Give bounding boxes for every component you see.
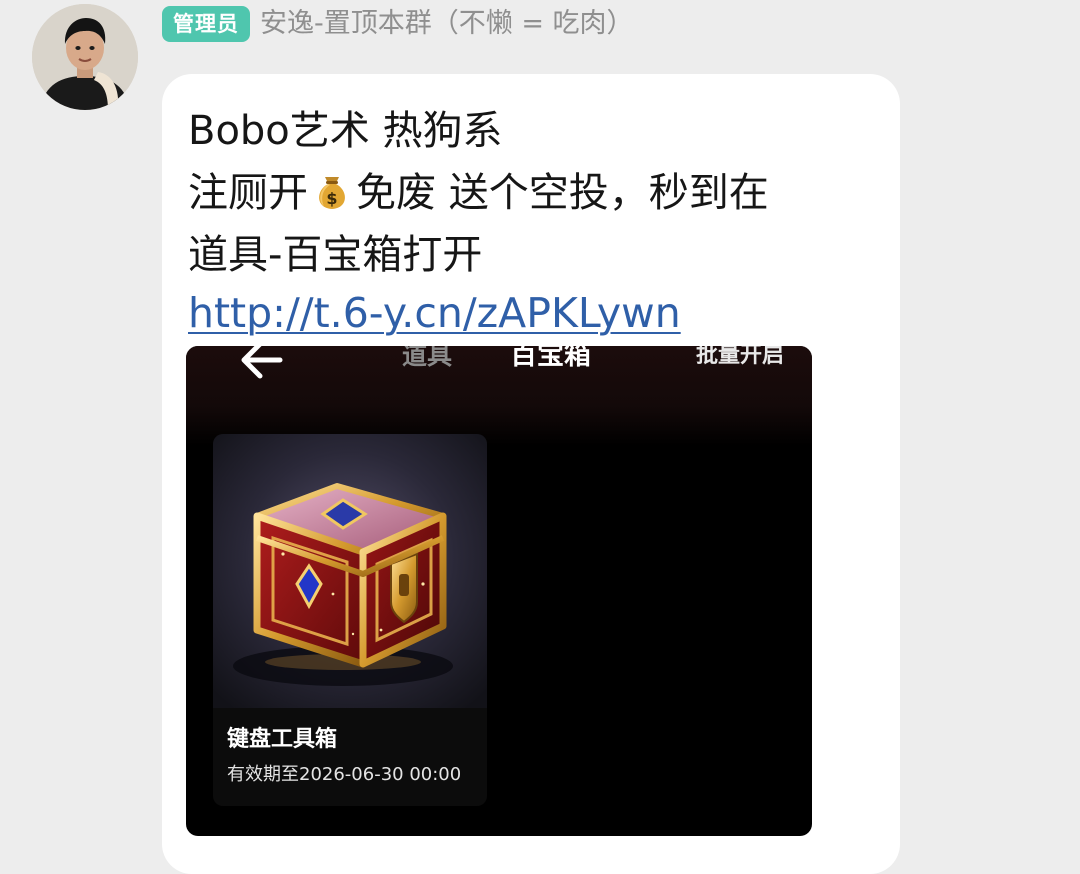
attached-screenshot[interactable]: 道具 百宝箱 批量开启 键盘工具箱 有效期至2026-06-30 00:00: [186, 346, 812, 836]
message-line-2: 注厕开 $ 免废 送个空投，秒到在: [188, 162, 878, 224]
treasure-box-image: [213, 434, 487, 708]
message-line-1: Bobo艺术 热狗系: [188, 108, 503, 154]
sender-avatar[interactable]: [32, 4, 138, 110]
screenshot-header: 道具 百宝箱 批量开启: [186, 346, 812, 446]
message-line-2-start: 注厕开: [188, 170, 308, 216]
message-text: Bobo艺术 热狗系 注厕开 $ 免废 送个空投，秒到在 道具-百宝箱打开: [188, 100, 878, 286]
treasure-box-expiry: 有效期至2026-06-30 00:00: [227, 764, 462, 785]
screenshot-tab-treasure: 百宝箱: [510, 346, 591, 371]
svg-text:$: $: [326, 189, 337, 208]
treasure-box-title: 键盘工具箱: [227, 727, 338, 752]
message-line-3: 道具-百宝箱打开: [188, 232, 483, 278]
admin-badge: 管理员: [162, 6, 250, 42]
treasure-box-card: 键盘工具箱 有效期至2026-06-30 00:00: [213, 434, 487, 806]
sender-row: 管理员 安逸-置顶本群（不懒 = 吃肉）: [162, 4, 634, 44]
money-bag-icon: $: [310, 168, 354, 212]
screenshot-batch-open: 批量开启: [695, 346, 784, 368]
screenshot-tab-props: 道具: [402, 346, 453, 370]
message-link[interactable]: http://t.6-y.cn/zAPKLywn: [188, 284, 681, 342]
back-arrow-icon: [241, 346, 283, 379]
message-line-2-end: 免废 送个空投，秒到在: [356, 170, 769, 216]
sender-name[interactable]: 安逸-置顶本群（不懒 = 吃肉）: [260, 4, 634, 44]
